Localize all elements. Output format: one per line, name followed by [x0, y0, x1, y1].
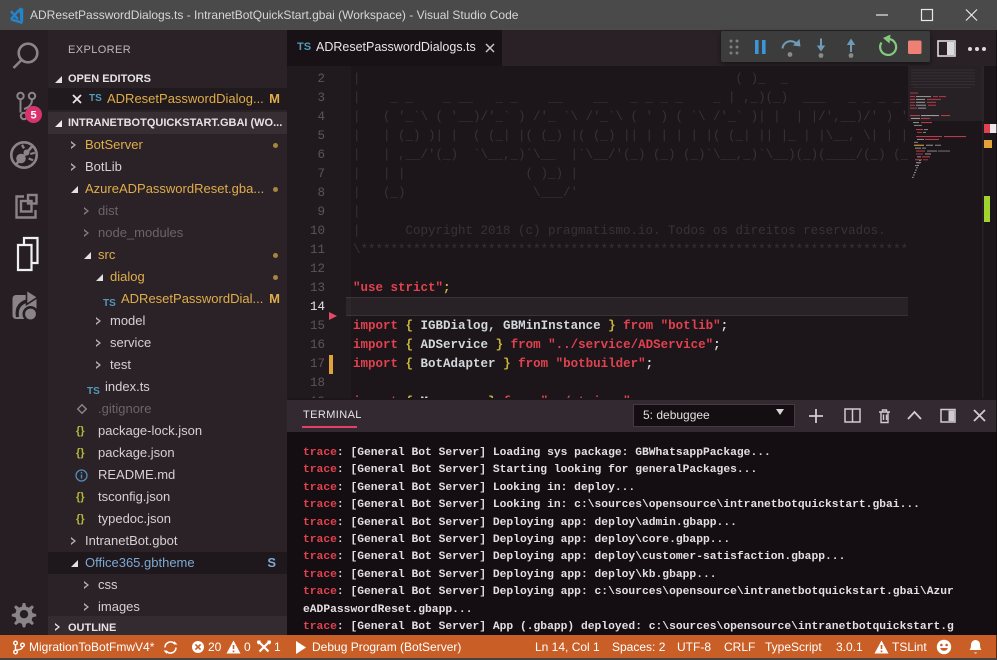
- svg-text:5: 5: [30, 110, 36, 122]
